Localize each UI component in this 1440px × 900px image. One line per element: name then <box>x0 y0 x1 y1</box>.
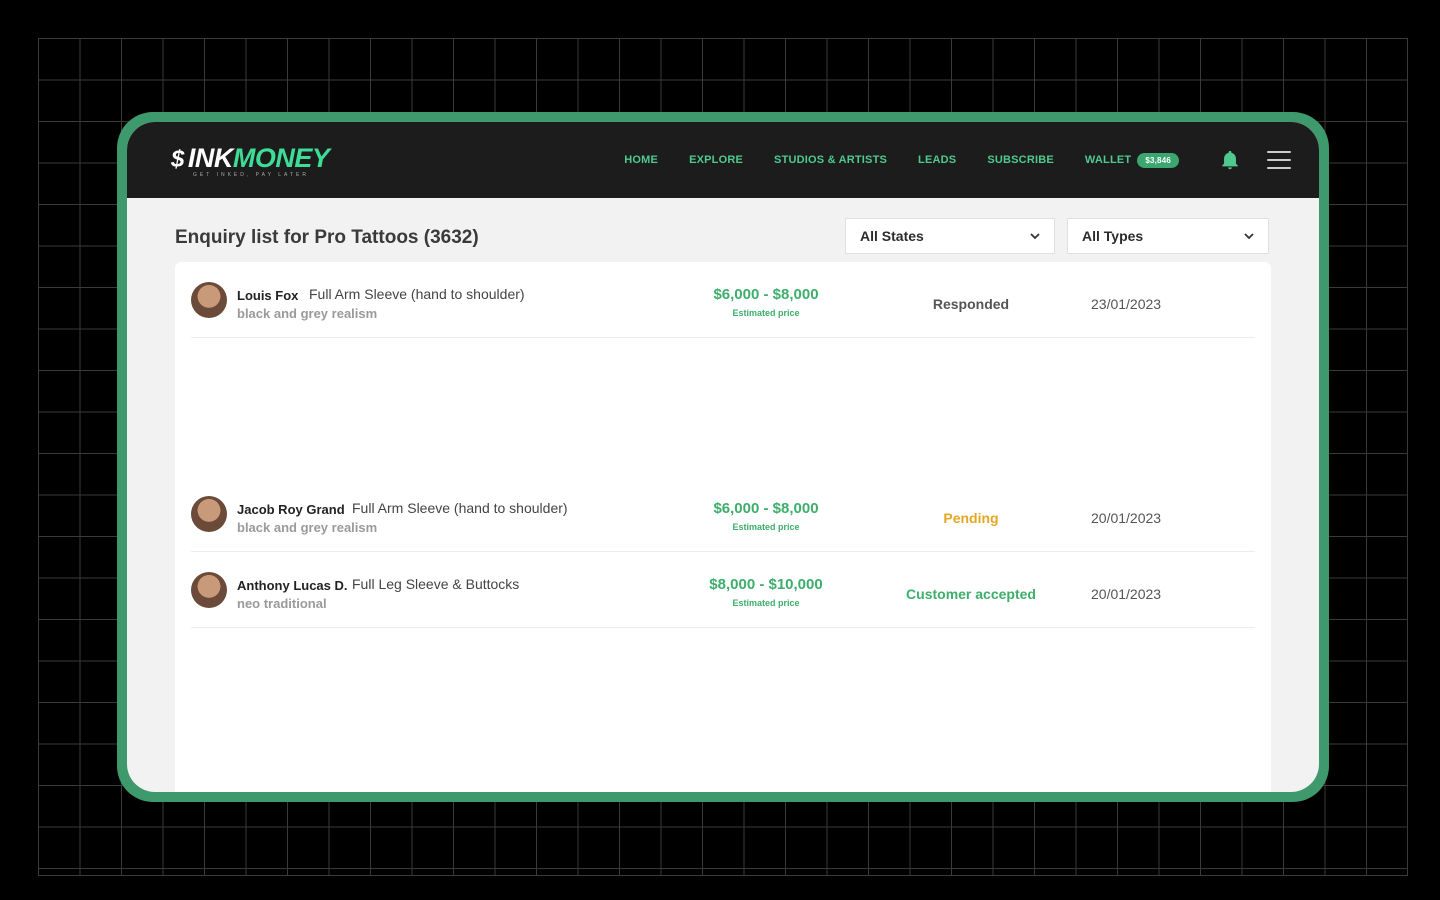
table-row[interactable]: Louis Fox Full Arm Sleeve (hand to shoul… <box>191 262 1255 338</box>
estimated-price-label: Estimated price <box>732 308 800 318</box>
logo[interactable]: $ INKMONEY GET INKED, PAY LATER <box>171 142 330 178</box>
nav-wallet[interactable]: WALLET $3,846 <box>1084 153 1179 168</box>
enquiry-date: 23/01/2023 <box>1091 296 1162 312</box>
estimated-price-label: Estimated price <box>732 522 800 532</box>
nav-leads[interactable]: LEADS <box>918 154 956 166</box>
nav-explore[interactable]: EXPLORE <box>689 154 743 166</box>
customer-name: Louis Fox <box>237 288 299 303</box>
tattoo-piece: Full Leg Sleeve & Buttocks <box>352 576 520 592</box>
status-badge: Pending <box>943 510 999 526</box>
tattoo-style: black and grey realism <box>237 306 378 321</box>
top-navigation-bar: $ INKMONEY GET INKED, PAY LATER HOME EXPL… <box>127 122 1319 198</box>
enquiry-list: Louis Fox Full Arm Sleeve (hand to shoul… <box>175 262 1271 792</box>
logo-ink: INK <box>187 142 234 173</box>
enquiry-date: 20/01/2023 <box>1091 586 1162 602</box>
logo-tagline: GET INKED, PAY LATER <box>193 171 309 178</box>
wallet-label: WALLET <box>1084 154 1132 166</box>
price-range: $6,000 - $8,000 <box>713 286 819 303</box>
types-filter-select[interactable]: All Types <box>1067 218 1269 254</box>
estimated-price-label: Estimated price <box>732 598 800 608</box>
page-header: Enquiry list for Pro Tattoos (3632) All … <box>175 218 1275 258</box>
bell-icon[interactable] <box>1219 149 1241 171</box>
status-badge: Customer accepted <box>906 586 1036 602</box>
customer-name: Anthony Lucas D. <box>237 578 348 593</box>
tattoo-style: neo traditional <box>237 596 327 611</box>
avatar <box>191 572 227 608</box>
avatar <box>191 496 227 532</box>
page-title: Enquiry list for Pro Tattoos (3632) <box>175 227 479 248</box>
device-frame: $ INKMONEY GET INKED, PAY LATER HOME EXPL… <box>117 112 1329 802</box>
chevron-down-icon <box>1030 233 1040 240</box>
logo-money: MONEY <box>232 142 330 173</box>
app-screen: $ INKMONEY GET INKED, PAY LATER HOME EXPL… <box>127 122 1319 792</box>
tattoo-piece: Full Arm Sleeve (hand to shoulder) <box>309 286 525 302</box>
customer-name: Jacob Roy Grand <box>237 502 345 517</box>
nav-home[interactable]: HOME <box>624 154 658 166</box>
table-row[interactable]: Jacob Roy Grand Full Arm Sleeve (hand to… <box>191 476 1255 552</box>
logo-mark-icon: $ <box>171 145 184 173</box>
price-range: $6,000 - $8,000 <box>713 500 819 517</box>
nav-subscribe[interactable]: SUBSCRIBE <box>987 154 1054 166</box>
price-range: $8,000 - $10,000 <box>709 576 823 593</box>
main-nav: HOME EXPLORE STUDIOS & ARTISTS LEADS SUB… <box>624 153 1179 168</box>
avatar <box>191 282 227 318</box>
wallet-balance-badge: $3,846 <box>1137 153 1179 168</box>
tattoo-style: black and grey realism <box>237 520 378 535</box>
tattoo-piece: Full Arm Sleeve (hand to shoulder) <box>352 500 568 516</box>
status-badge: Responded <box>932 296 1010 312</box>
states-filter-value: All States <box>860 228 924 244</box>
types-filter-value: All Types <box>1082 228 1144 244</box>
table-row[interactable]: Anthony Lucas D. Full Leg Sleeve & Butto… <box>191 552 1255 628</box>
hamburger-menu-icon[interactable] <box>1267 151 1291 169</box>
nav-studios-artists[interactable]: STUDIOS & ARTISTS <box>774 154 887 166</box>
states-filter-select[interactable]: All States <box>845 218 1055 254</box>
chevron-down-icon <box>1244 233 1254 240</box>
enquiry-date: 20/01/2023 <box>1091 510 1162 526</box>
